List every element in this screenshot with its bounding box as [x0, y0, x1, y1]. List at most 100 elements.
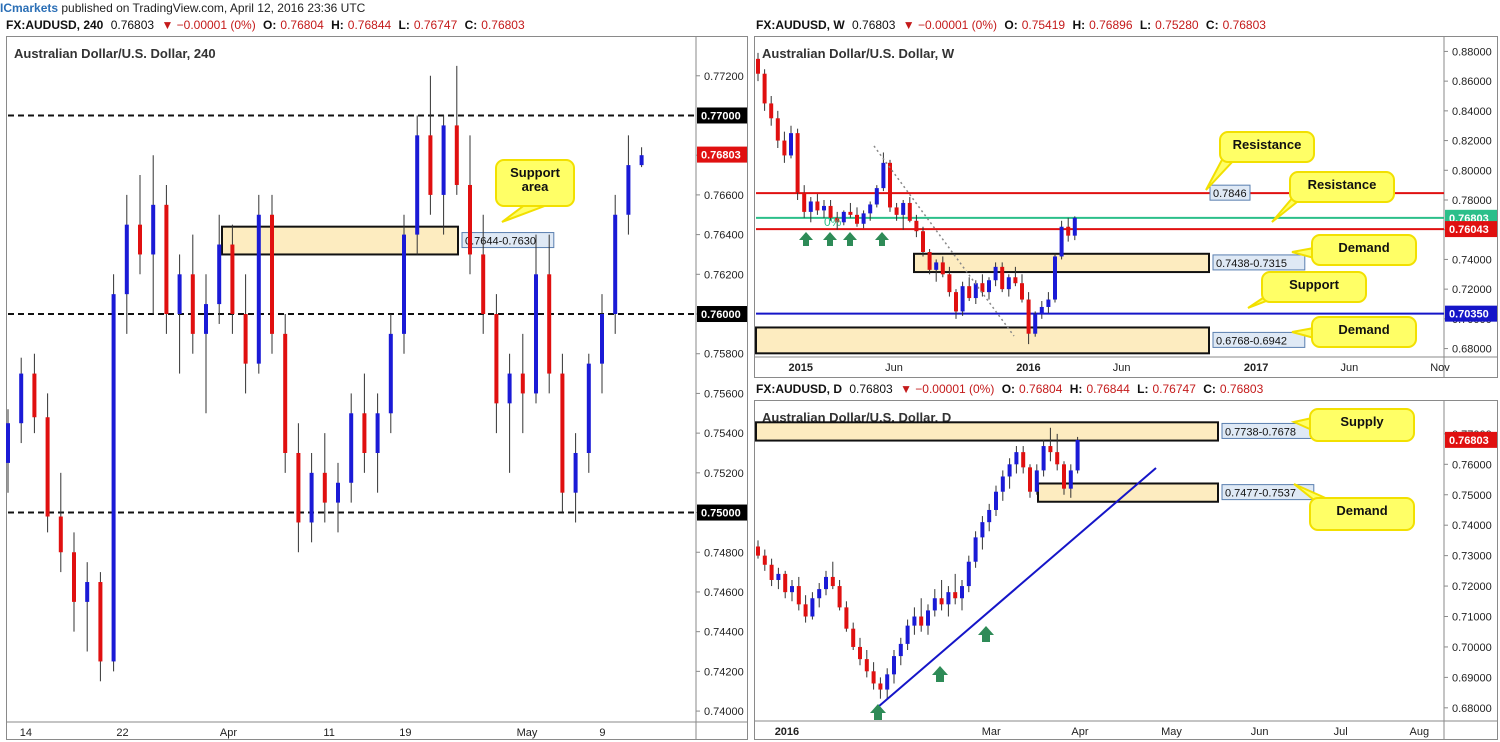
daily-candle-body [776, 573, 781, 580]
h4-y-tick-label: 0.74600 [704, 587, 744, 599]
daily-candle-body [953, 592, 958, 599]
h4-chart[interactable]: Australian Dollar/U.S. Dollar, 240 0.7720… [6, 36, 748, 740]
daily-chart[interactable]: Australian Dollar/U.S. Dollar, D0.770000… [754, 400, 1498, 740]
h4-candle-body [177, 274, 182, 315]
daily-candle-body [810, 598, 815, 617]
support-callout-text: Support [1289, 277, 1339, 292]
weekly-candle-body [1059, 226, 1064, 257]
daily-zone [755, 421, 1219, 442]
daily-candle-body [858, 646, 862, 660]
daily-candle-body [1075, 439, 1080, 471]
weekly-close: 0.76803 [1222, 18, 1266, 32]
weekly-candle-body [1053, 256, 1057, 300]
weekly-y-tick-label: 0.88000 [1452, 46, 1492, 58]
weekly-x-tick-label: 2015 [789, 362, 813, 374]
daily-candle-body [885, 674, 890, 690]
h4-candle-body [72, 552, 76, 602]
h4-candle-body [190, 274, 195, 334]
h4-price: 0.76803 [110, 18, 155, 32]
weekly-y-tick-label: 0.84000 [1452, 106, 1492, 118]
weekly-candle-body [841, 211, 846, 223]
weekly-open: 0.75419 [1021, 18, 1066, 32]
daily-candle-body [803, 604, 808, 617]
weekly-zone-label: 0.6768-0.6942 [1216, 335, 1287, 347]
daily-x-tick-label: Apr [1071, 726, 1088, 738]
weekly-candle-body [973, 283, 978, 299]
h4-candle-body [256, 214, 261, 364]
h4-candle-body [534, 274, 538, 394]
daily-candle-body [919, 616, 924, 626]
daily-candle-body [1028, 467, 1032, 492]
daily-candle-body [960, 586, 964, 599]
daily-candle-body [1062, 464, 1066, 489]
daily-symbol[interactable]: FX:AUDUSD, D [756, 382, 842, 396]
weekly-y-tick-label: 0.68000 [1452, 344, 1492, 356]
daily-candle-body [1055, 452, 1060, 465]
weekly-candle-body [868, 204, 873, 214]
h4-candle-body [626, 165, 631, 215]
weekly-candle-body [921, 231, 925, 252]
daily-candle-body [851, 628, 856, 647]
h4-x-tick-label: Apr [220, 727, 237, 739]
h4-candle-body [639, 155, 644, 166]
fib-zero-percent-label: 0% [824, 215, 842, 229]
weekly-candle-body [987, 280, 991, 293]
h4-level-tag-label: 0.76000 [701, 309, 741, 321]
weekly-y-tick-label: 0.82000 [1452, 136, 1492, 148]
daily-x-tick-label: Jun [1251, 726, 1269, 738]
daily-candle-body [946, 592, 951, 605]
weekly-candle-body [1013, 277, 1018, 284]
h4-candle-body [217, 244, 222, 305]
daily-y-tick-label: 0.69000 [1452, 672, 1492, 684]
h4-candle-body [520, 373, 525, 394]
daily-y-tick-label: 0.68000 [1452, 703, 1492, 715]
daily-candle-body [966, 561, 971, 587]
h4-candle-body [349, 413, 354, 483]
weekly-candle-body [993, 266, 998, 281]
weekly-x-tick-label: Nov [1430, 362, 1450, 374]
weekly-candle-body [756, 58, 760, 74]
brand-name[interactable]: ICmarkets [0, 1, 58, 15]
daily-open: 0.76804 [1019, 382, 1063, 396]
h4-symbol[interactable]: FX:AUDUSD, 240 [6, 18, 103, 32]
daily-candle-body [939, 598, 944, 605]
h4-candle-body [402, 234, 406, 334]
weekly-level-tag-label: 0.76043 [1449, 224, 1489, 236]
h4-y-tick-label: 0.74000 [704, 706, 744, 718]
h4-candle-body [454, 125, 459, 185]
weekly-candle-body [795, 133, 800, 193]
weekly-level-label: 0.7846 [1213, 188, 1247, 200]
h4-candle-body [336, 482, 340, 503]
h4-candle-body [441, 125, 446, 195]
h4-y-tick-label: 0.75400 [704, 428, 744, 440]
h4-candle-body [164, 204, 169, 315]
weekly-candle-body [927, 252, 932, 270]
weekly-chart[interactable]: Australian Dollar/U.S. Dollar, W 0.88000 0… [754, 36, 1498, 378]
h4-y-tick-label: 0.74800 [704, 547, 744, 559]
weekly-candle-body [1026, 299, 1031, 334]
h4-candle-body [428, 135, 433, 195]
weekly-symbol[interactable]: FX:AUDUSD, W [756, 18, 845, 32]
daily-x-tick-label: 2016 [775, 726, 799, 738]
weekly-x-tick-label: Jun [1113, 362, 1131, 374]
weekly-candle-body [894, 207, 899, 215]
weekly-candle-body [775, 118, 780, 141]
weekly-candle-body [855, 214, 859, 224]
weekly-x-tick-label: 2017 [1244, 362, 1268, 374]
weekly-candle-body [881, 162, 886, 189]
weekly-candle-body [1066, 226, 1071, 236]
h4-candle-body [32, 373, 37, 418]
daily-change: ▼ −0.00001 (0%) [900, 382, 995, 396]
weekly-x-tick-label: Jun [1341, 362, 1359, 374]
weekly-candle-body [940, 262, 945, 275]
weekly-y-tick-label: 0.86000 [1452, 76, 1492, 88]
h4-candle-body [494, 314, 499, 404]
daily-candle-body [994, 491, 998, 510]
weekly-candle-body [815, 201, 820, 211]
weekly-candle-body [967, 286, 972, 299]
h4-candle-body [586, 363, 591, 453]
daily-high: 0.76844 [1086, 382, 1130, 396]
h4-candle-body [204, 304, 208, 334]
h4-candle-body [138, 224, 142, 255]
daily-candle-body [1021, 452, 1026, 468]
